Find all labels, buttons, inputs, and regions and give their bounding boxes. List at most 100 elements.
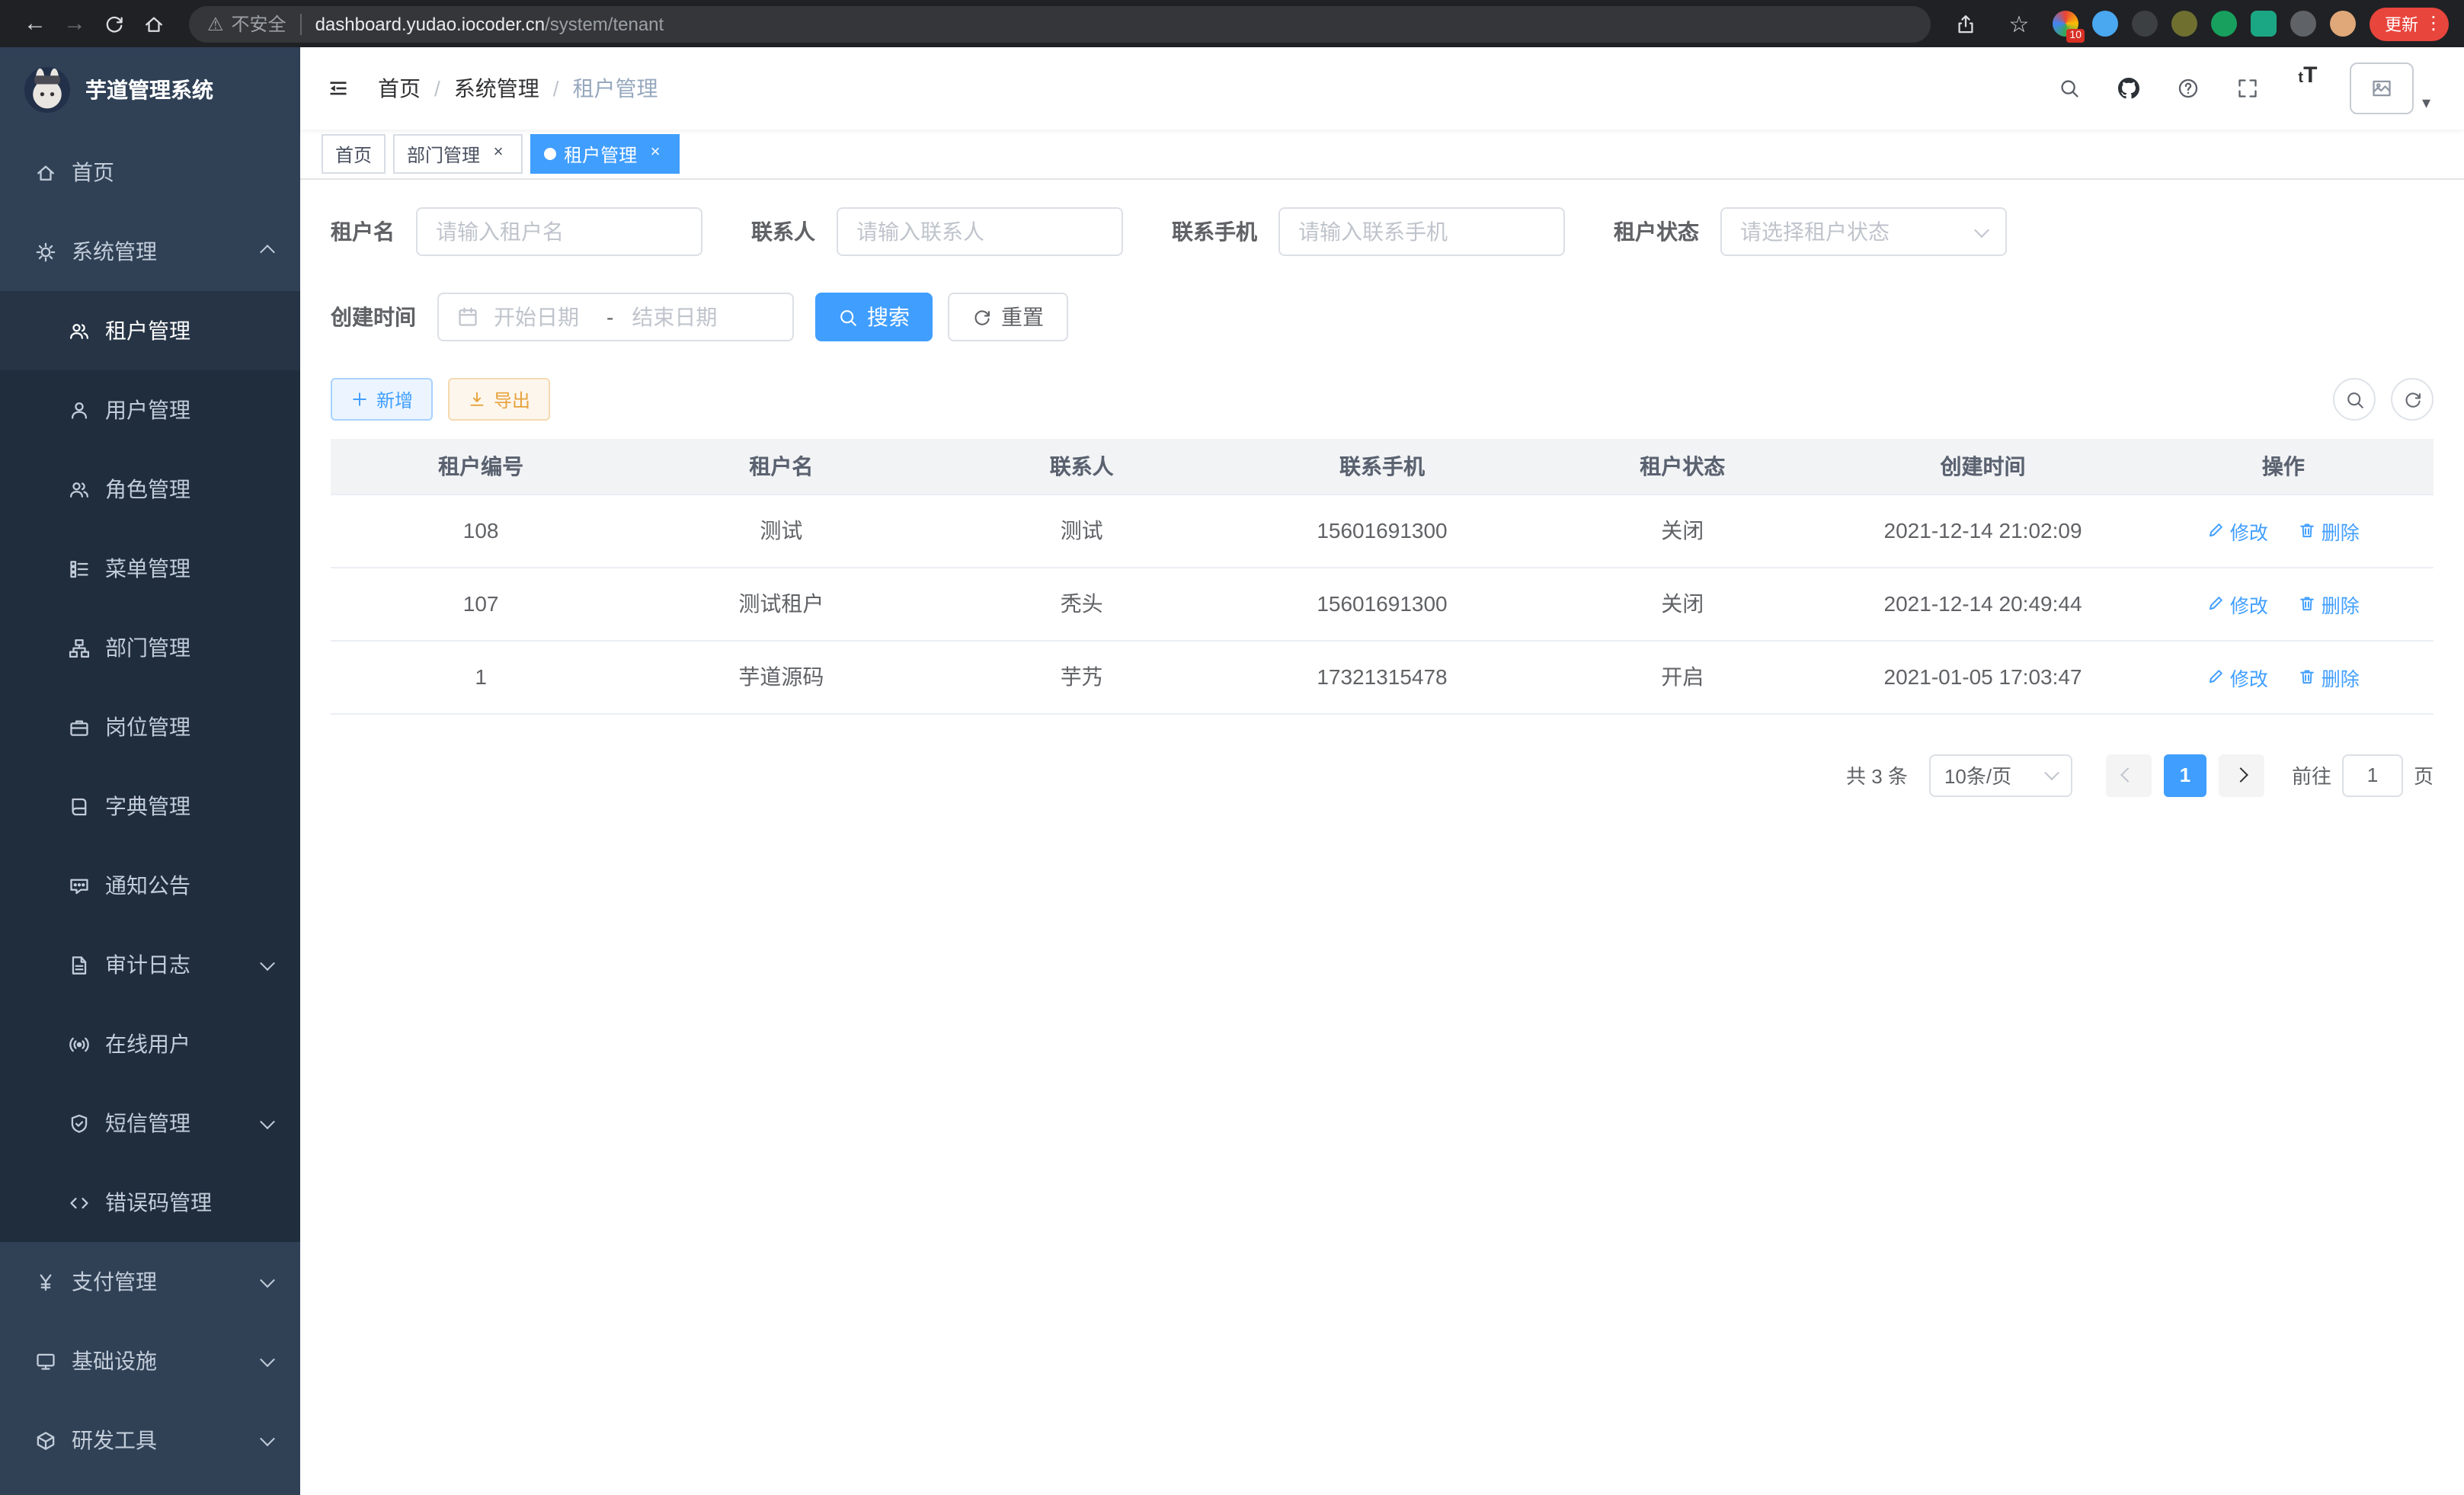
edit-label: 修改 [2230, 516, 2268, 545]
profile-avatar-icon[interactable] [2330, 11, 2356, 37]
fullscreen-button[interactable] [2232, 62, 2265, 114]
browser-reload-icon[interactable] [94, 4, 134, 43]
sidebar-item-dept[interactable]: 部门管理 [0, 608, 300, 687]
cell-tenant-name: 测试 [631, 494, 931, 567]
cell-contact: 芋艿 [932, 640, 1232, 713]
header-search-button[interactable] [2053, 62, 2087, 114]
chevron-down-icon [260, 1113, 275, 1128]
share-icon[interactable] [1946, 4, 1986, 43]
phone-input[interactable] [1278, 207, 1565, 256]
sidebar-item-label: 支付管理 [72, 1266, 157, 1297]
add-button[interactable]: 新增 [331, 378, 433, 421]
create-time-label: 创建时间 [331, 302, 416, 332]
browser-back-icon[interactable]: ← [15, 4, 55, 43]
bookmark-star-icon[interactable]: ☆ [1999, 4, 2039, 43]
sidebar-item-infra[interactable]: 基础设施 [0, 1321, 300, 1401]
sidebar-item-user[interactable]: 用户管理 [0, 370, 300, 450]
tab-home[interactable]: 首页 [322, 134, 386, 174]
cell-phone: 17321315478 [1232, 640, 1532, 713]
navbar-tools: tT ▾ [2053, 62, 2430, 114]
address-bar[interactable]: ⚠ 不安全 dashboard.yudao.iocoder.cn /system… [189, 5, 1931, 42]
user-icon [67, 399, 90, 421]
table-row: 107 测试租户 秃头 15601691300 关闭 2021-12-14 20… [331, 567, 2434, 640]
sidebar-item-notice[interactable]: 通知公告 [0, 846, 300, 925]
chevron-down-icon [260, 1430, 275, 1445]
sidebar-item-label: 在线用户 [105, 1029, 190, 1059]
sidebar-item-post[interactable]: 岗位管理 [0, 687, 300, 767]
sidebar-item-role[interactable]: 角色管理 [0, 450, 300, 529]
tab-tenant[interactable]: 租户管理 × [530, 134, 680, 174]
toggle-search-button[interactable] [2333, 378, 2376, 421]
warning-icon: ⚠ [207, 13, 224, 34]
page-button-1[interactable]: 1 [2164, 754, 2206, 796]
edit-link[interactable]: 修改 [2207, 589, 2268, 618]
export-button[interactable]: 导出 [448, 378, 550, 421]
extension-blue-icon[interactable] [2092, 11, 2118, 37]
close-tab-icon[interactable]: × [645, 143, 666, 165]
tab-label: 租户管理 [564, 141, 637, 167]
sidebar-collapse-button[interactable] [323, 73, 354, 104]
sidebar-item-tenant[interactable]: 租户管理 [0, 291, 300, 370]
security-status[interactable]: ⚠ 不安全 [207, 11, 286, 37]
extension-colorful-icon[interactable]: 10 [2053, 11, 2078, 37]
sidebar-item-menu[interactable]: 菜单管理 [0, 529, 300, 608]
contact-input[interactable] [837, 207, 1123, 256]
tags-view: 首页 部门管理 × 租户管理 × [300, 130, 2464, 180]
extension-olive-icon[interactable] [2171, 11, 2197, 37]
sidebar-item-online[interactable]: 在线用户 [0, 1004, 300, 1084]
sidebar-item-system[interactable]: 系统管理 [0, 212, 300, 291]
delete-link[interactable]: 删除 [2299, 662, 2360, 691]
delete-link[interactable]: 删除 [2299, 589, 2360, 618]
extension-green-square-icon[interactable] [2251, 11, 2277, 37]
extension-gray-icon[interactable] [2290, 11, 2316, 37]
refresh-table-button[interactable] [2391, 378, 2434, 421]
caret-down-icon: ▾ [2422, 93, 2430, 114]
sidebar-item-auditlog[interactable]: 审计日志 [0, 925, 300, 1004]
sidebar-item-devtool[interactable]: 研发工具 [0, 1401, 300, 1480]
help-button[interactable] [2172, 62, 2206, 114]
breadcrumb-separator: / [553, 76, 559, 101]
browser-home-icon[interactable] [134, 4, 174, 43]
cube-icon [34, 1429, 56, 1452]
goto-page-input[interactable] [2342, 754, 2403, 796]
url-host: dashboard.yudao.iocoder.cn [315, 13, 546, 34]
delete-link[interactable]: 删除 [2299, 516, 2360, 545]
tenant-status-select[interactable]: 请选择租户状态 [1720, 207, 2007, 256]
app-logo[interactable]: 芋道管理系统 [0, 47, 300, 133]
chrome-update-button[interactable]: 更新 ⋮ [2370, 7, 2449, 40]
font-size-button[interactable]: tT [2291, 62, 2325, 114]
close-tab-icon[interactable]: × [488, 143, 509, 165]
page-size-select[interactable]: 10条/页 [1929, 754, 2072, 796]
sidebar-item-home[interactable]: 首页 [0, 133, 300, 212]
refresh-icon [972, 307, 992, 327]
edit-link[interactable]: 修改 [2207, 516, 2268, 545]
tenant-name-input[interactable] [416, 207, 702, 256]
sidebar-item-pay[interactable]: 支付管理 [0, 1242, 300, 1321]
cell-actions: 修改 删除 [2133, 494, 2434, 567]
next-page-button[interactable] [2219, 754, 2264, 796]
github-button[interactable] [2113, 62, 2146, 114]
tab-label: 首页 [335, 141, 372, 167]
edit-link[interactable]: 修改 [2207, 662, 2268, 691]
sidebar-item-errorcode[interactable]: 错误码管理 [0, 1163, 300, 1242]
user-avatar-menu[interactable]: ▾ [2350, 62, 2430, 114]
extension-dark-icon[interactable] [2132, 11, 2158, 37]
search-button-label: 搜索 [867, 302, 910, 332]
cell-status: 关闭 [1532, 494, 1832, 567]
sidebar-item-label: 用户管理 [105, 395, 190, 425]
browser-forward-icon[interactable]: → [55, 4, 94, 43]
sidebar-item-sms[interactable]: 短信管理 [0, 1084, 300, 1163]
prev-page-button[interactable] [2106, 754, 2152, 796]
breadcrumb-system[interactable]: 系统管理 [454, 73, 539, 104]
sidebar-item-dict[interactable]: 字典管理 [0, 767, 300, 846]
trash-icon [2299, 667, 2317, 686]
kebab-menu-icon[interactable]: ⋮ [2424, 15, 2443, 32]
create-time-range-picker[interactable]: 开始日期 - 结束日期 [437, 293, 794, 341]
extension-green-circle-icon[interactable] [2211, 11, 2237, 37]
reset-button[interactable]: 重置 [948, 293, 1068, 341]
tab-dept[interactable]: 部门管理 × [393, 134, 523, 174]
delete-label: 删除 [2322, 662, 2360, 691]
breadcrumb-home[interactable]: 首页 [378, 73, 421, 104]
reload-icon [104, 13, 125, 34]
search-button[interactable]: 搜索 [815, 293, 933, 341]
